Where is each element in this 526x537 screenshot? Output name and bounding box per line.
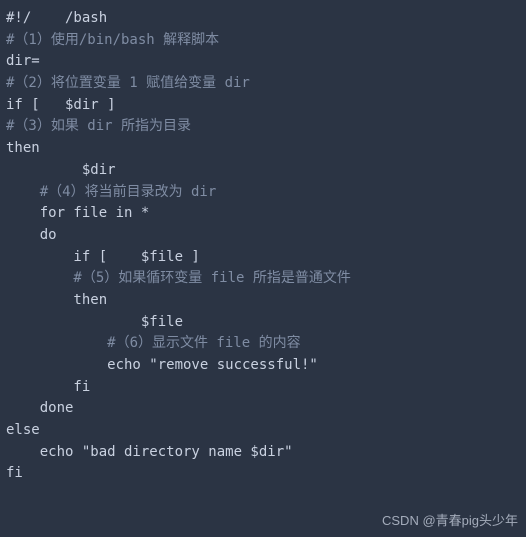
watermark-text: CSDN @青春pig头少年	[382, 511, 518, 531]
code-line: #（1）使用/bin/bash 解释脚本	[6, 30, 520, 52]
code-line: fi	[6, 377, 520, 399]
code-line: #（4）将当前目录改为 dir	[6, 182, 520, 204]
code-line: #（5）如果循环变量 file 所指是普通文件	[6, 268, 520, 290]
code-line: if [ $file ]	[6, 247, 520, 269]
code-line: echo "remove successful!"	[6, 355, 520, 377]
code-block: #!/ /bash#（1）使用/bin/bash 解释脚本dir=#（2）将位置…	[0, 0, 526, 493]
code-line: $dir	[6, 160, 520, 182]
code-line: #!/ /bash	[6, 8, 520, 30]
code-line: then	[6, 290, 520, 312]
code-line: echo "bad directory name $dir"	[6, 442, 520, 464]
code-line: dir=	[6, 51, 520, 73]
code-line: #（3）如果 dir 所指为目录	[6, 116, 520, 138]
code-line: fi	[6, 463, 520, 485]
code-line: then	[6, 138, 520, 160]
code-line: done	[6, 398, 520, 420]
code-line: else	[6, 420, 520, 442]
code-line: for file in *	[6, 203, 520, 225]
code-line: $file	[6, 312, 520, 334]
code-line: if [ $dir ]	[6, 95, 520, 117]
code-line: do	[6, 225, 520, 247]
code-line: #（6）显示文件 file 的内容	[6, 333, 520, 355]
code-line: #（2）将位置变量 1 赋值给变量 dir	[6, 73, 520, 95]
